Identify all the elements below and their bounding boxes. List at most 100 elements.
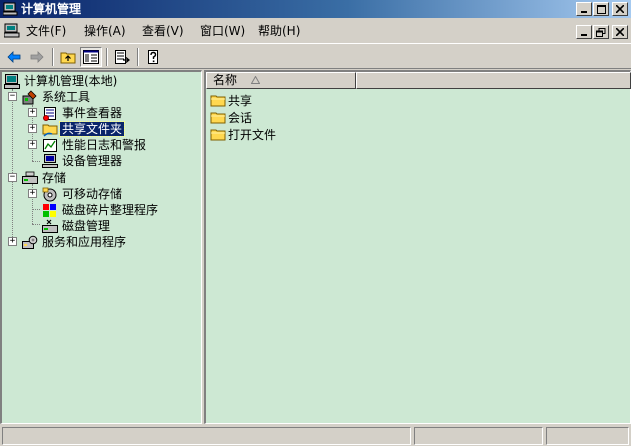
- tree-item-system-tools[interactable]: 系统工具: [22, 89, 92, 105]
- collapse-system-tools[interactable]: −: [8, 92, 17, 101]
- toolbar-separator: [106, 48, 108, 66]
- tree-item-label: 存储: [42, 171, 67, 185]
- tree-item-disk-management[interactable]: 磁盘管理: [42, 218, 112, 234]
- up-one-level-button[interactable]: [57, 47, 79, 67]
- tree-root-label: 计算机管理(本地): [24, 74, 118, 88]
- console-tree[interactable]: 计算机管理(本地) − 系统工具 + 事件查看器 + 共享文件夹 + 性能日志和…: [0, 70, 202, 424]
- tree-item-shared-folders[interactable]: 共享文件夹: [42, 121, 126, 137]
- tree-item-label: 共享文件夹: [58, 121, 126, 137]
- show-hide-tree-button[interactable]: [80, 47, 102, 67]
- system-tools-icon: [22, 89, 37, 104]
- close-icon: [616, 5, 624, 13]
- expand-performance-logs[interactable]: +: [28, 140, 37, 149]
- details-pane[interactable]: 名称 共享 会话 打开文件: [204, 70, 631, 424]
- computer-management-icon: [2, 2, 18, 19]
- help-icon: [148, 49, 158, 64]
- export-list-button[interactable]: [111, 47, 133, 67]
- menu-file[interactable]: 文件(F): [26, 23, 66, 40]
- tree-root[interactable]: 计算机管理(本地): [4, 73, 119, 89]
- child-close-button[interactable]: [612, 25, 628, 39]
- list-item-open-files[interactable]: 打开文件: [210, 126, 276, 142]
- tree-item-label: 性能日志和警报: [62, 138, 147, 152]
- child-restore-button[interactable]: [593, 25, 609, 39]
- close-button[interactable]: [612, 2, 628, 16]
- show-hide-tree-icon: [83, 50, 99, 64]
- tree-item-label: 设备管理器: [62, 154, 123, 168]
- tree-item-event-viewer[interactable]: 事件查看器: [42, 105, 124, 121]
- menu-view[interactable]: 查看(V): [142, 23, 184, 40]
- tree-item-label: 磁盘管理: [62, 219, 111, 233]
- title-bar[interactable]: 计算机管理: [0, 0, 631, 18]
- tree-item-label: 事件查看器: [62, 106, 123, 120]
- shared-folder-icon: [42, 124, 58, 137]
- status-panel-secondary: [414, 427, 543, 445]
- list-item-label: 共享: [228, 93, 253, 108]
- toolbar: [0, 43, 631, 69]
- toolbar-separator: [52, 48, 54, 66]
- menu-help[interactable]: 帮助(H): [258, 23, 300, 40]
- toolbar-separator: [137, 48, 139, 66]
- restore-icon: [596, 27, 606, 37]
- window-title: 计算机管理: [21, 2, 82, 16]
- help-button[interactable]: [142, 47, 164, 67]
- tree-item-storage[interactable]: 存储: [22, 170, 68, 186]
- maximize-icon: [596, 4, 606, 14]
- tree-item-disk-defragmenter[interactable]: 磁盘碎片整理程序: [42, 202, 160, 218]
- tree-line: [32, 209, 40, 210]
- back-button[interactable]: [3, 47, 25, 67]
- export-list-icon: [115, 49, 130, 64]
- child-minimize-button[interactable]: [576, 25, 592, 39]
- tree-item-services-applications[interactable]: 服务和应用程序: [22, 234, 128, 250]
- folder-icon: [210, 95, 226, 106]
- list-item-sessions[interactable]: 会话: [210, 109, 252, 125]
- tree-item-performance-logs[interactable]: 性能日志和警报: [42, 137, 148, 153]
- list-item-label: 会话: [228, 110, 253, 125]
- minimize-icon: [581, 34, 587, 36]
- event-viewer-icon: [43, 106, 56, 121]
- performance-logs-icon: [43, 138, 57, 152]
- list-item-label: 打开文件: [228, 127, 277, 142]
- storage-icon: [22, 171, 38, 184]
- column-header-name[interactable]: 名称: [206, 72, 356, 89]
- folder-icon: [210, 129, 226, 140]
- tree-line: [32, 161, 40, 162]
- menu-window[interactable]: 窗口(W): [200, 23, 245, 40]
- minimize-icon: [581, 11, 587, 13]
- back-arrow-icon: [7, 51, 21, 63]
- tree-item-device-manager[interactable]: 设备管理器: [42, 153, 124, 169]
- status-panel-main: [2, 427, 411, 445]
- tree-item-removable-storage[interactable]: 可移动存储: [42, 186, 124, 202]
- column-header-label: 名称: [213, 73, 238, 87]
- tree-item-label: 可移动存储: [62, 187, 123, 201]
- up-folder-icon: [60, 52, 76, 64]
- tree-line: [12, 89, 13, 241]
- forward-arrow-icon: [30, 51, 44, 63]
- removable-storage-icon: [42, 187, 57, 201]
- status-bar: [0, 426, 631, 446]
- menu-bar: 文件(F) 操作(A) 查看(V) 窗口(W) 帮助(H): [0, 20, 631, 42]
- disk-defragmenter-icon: [43, 203, 56, 217]
- expand-event-viewer[interactable]: +: [28, 108, 37, 117]
- expand-services-applications[interactable]: +: [8, 237, 17, 246]
- device-manager-icon: [42, 153, 58, 168]
- tree-line: [32, 224, 40, 225]
- disk-management-icon: [42, 219, 58, 233]
- list-header: 名称: [206, 72, 631, 89]
- expand-shared-folders[interactable]: +: [28, 124, 37, 133]
- column-header-empty[interactable]: [356, 72, 631, 89]
- list-item-shares[interactable]: 共享: [210, 92, 252, 108]
- tree-item-label: 服务和应用程序: [42, 235, 127, 249]
- tree-item-label: 系统工具: [42, 90, 91, 104]
- minimize-button[interactable]: [576, 2, 592, 16]
- forward-button[interactable]: [26, 47, 48, 67]
- status-panel-tertiary: [546, 427, 629, 445]
- maximize-button[interactable]: [593, 2, 609, 16]
- tree-item-label: 磁盘碎片整理程序: [62, 203, 159, 217]
- expand-removable-storage[interactable]: +: [28, 189, 37, 198]
- system-menu-icon[interactable]: [3, 23, 20, 41]
- close-icon: [616, 28, 624, 36]
- sort-ascending-icon: [251, 76, 260, 84]
- collapse-storage[interactable]: −: [8, 173, 17, 182]
- menu-action[interactable]: 操作(A): [84, 23, 126, 40]
- computer-icon: [4, 73, 20, 89]
